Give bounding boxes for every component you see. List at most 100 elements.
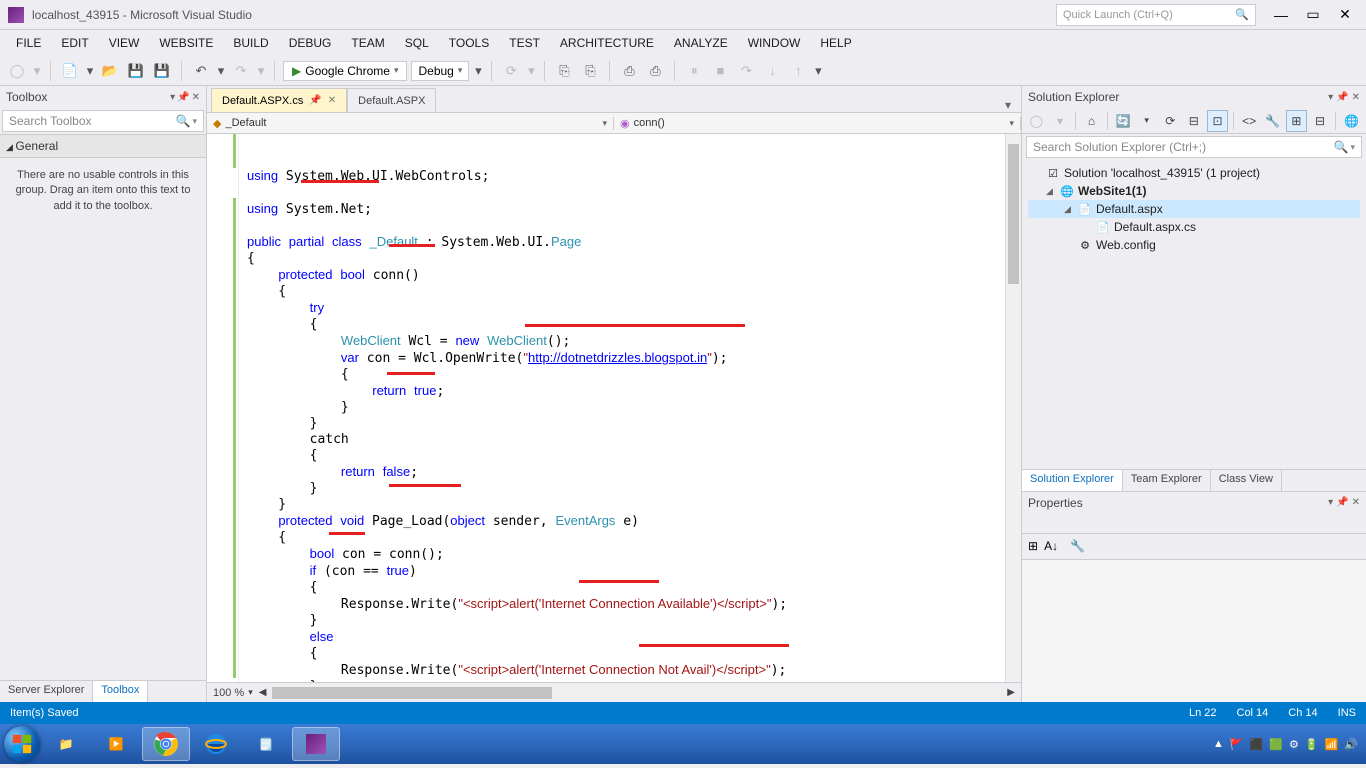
step-into-button[interactable]: ↓ [761, 60, 783, 82]
copy-website-button[interactable]: 🌐 [1341, 110, 1362, 132]
solution-search-input[interactable]: Search Solution Explorer (Ctrl+;) 🔍 ▾ [1026, 136, 1362, 158]
taskbar-ie[interactable] [192, 727, 240, 761]
debug-1[interactable]: ⎙ [618, 60, 640, 82]
browser-link-button[interactable]: ⟳ [500, 60, 522, 82]
close-button[interactable]: ✕ [1332, 5, 1358, 25]
menu-debug[interactable]: DEBUG [279, 32, 342, 54]
close-panel-icon[interactable]: ✕ [192, 92, 200, 103]
tab-default-aspx-cs[interactable]: Default.ASPX.cs 📌 ✕ [211, 88, 347, 112]
menu-edit[interactable]: EDIT [51, 32, 98, 54]
panel-dropdown-icon[interactable]: ▾ [1328, 497, 1333, 508]
tab-overflow-button[interactable]: ▾ [999, 98, 1017, 112]
new-project-button[interactable]: 📄 [59, 60, 81, 82]
zoom-level[interactable]: 100 % [213, 687, 244, 699]
pin-icon[interactable]: 📌 [309, 95, 321, 106]
properties-button[interactable]: 🔧 [1262, 110, 1283, 132]
nav-back-button[interactable]: ◯ [6, 60, 28, 82]
open-file-button[interactable]: 📂 [99, 60, 121, 82]
nav-forward-button[interactable]: ▾ [32, 60, 42, 82]
taskbar-explorer[interactable]: 📁 [42, 727, 90, 761]
maximize-button[interactable]: ▭ [1300, 5, 1326, 25]
close-panel-icon[interactable]: ✕ [1352, 497, 1360, 508]
pin-icon[interactable]: 📌 [1336, 497, 1348, 508]
menu-window[interactable]: WINDOW [738, 32, 811, 54]
system-tray[interactable]: ▲ 🚩⬛🟩⚙🔋📶🔊 [1213, 738, 1362, 751]
toolbox-search-input[interactable]: Search Toolbox 🔍 ▾ [2, 110, 204, 132]
class-view-tab[interactable]: Class View [1211, 470, 1282, 491]
property-pages-button[interactable]: 🔧 [1070, 539, 1085, 553]
undo-button[interactable]: ↶ [190, 60, 212, 82]
project-node[interactable]: ◢🌐 WebSite1(1) [1028, 182, 1360, 200]
toolbox-group-general[interactable]: ◢ General [0, 134, 206, 158]
member-combo[interactable]: ◉ conn() ▾ [614, 117, 1021, 130]
solution-tree[interactable]: ☑ Solution 'localhost_43915' (1 project)… [1022, 160, 1366, 258]
file-default-aspx-cs[interactable]: 📄 Default.aspx.cs [1028, 218, 1360, 236]
alphabetical-button[interactable]: A↓ [1044, 539, 1058, 553]
scroll-left-button[interactable]: ◀ [259, 687, 267, 698]
menu-website[interactable]: WEBSITE [149, 32, 223, 54]
show-all-button[interactable]: ⊡ [1207, 110, 1228, 132]
menu-team[interactable]: TEAM [341, 32, 394, 54]
step-button-1[interactable]: ⎘ [553, 60, 575, 82]
step-over-button[interactable]: ↷ [735, 60, 757, 82]
taskbar-vs[interactable] [292, 727, 340, 761]
stop-button[interactable]: ■ [709, 60, 731, 82]
step-out-button[interactable]: ↑ [787, 60, 809, 82]
refresh-button[interactable]: ⟳ [1160, 110, 1181, 132]
menu-test[interactable]: TEST [499, 32, 550, 54]
pin-icon[interactable]: 📌 [177, 92, 189, 103]
status-ch: Ch 14 [1288, 707, 1317, 719]
config-combo[interactable]: Debug ▾ [411, 61, 469, 81]
taskbar-chrome[interactable] [142, 727, 190, 761]
solution-explorer-tab[interactable]: Solution Explorer [1022, 470, 1123, 491]
code-nav-bar: ◆ _Default ▾ ◉ conn() ▾ [207, 112, 1021, 134]
home-button[interactable]: ⌂ [1081, 110, 1102, 132]
menu-architecture[interactable]: ARCHITECTURE [550, 32, 664, 54]
code-button[interactable]: <> [1239, 110, 1260, 132]
taskbar-media[interactable]: ▶️ [92, 727, 140, 761]
menu-tools[interactable]: TOOLS [439, 32, 499, 54]
step-button-2[interactable]: ⎘ [579, 60, 601, 82]
menu-file[interactable]: FILE [6, 32, 51, 54]
back-button[interactable]: ◯ [1026, 110, 1047, 132]
tray-up-icon[interactable]: ▲ [1213, 738, 1224, 750]
vertical-scrollbar[interactable] [1005, 134, 1021, 682]
close-tab-icon[interactable]: ✕ [328, 95, 336, 106]
save-all-button[interactable]: 💾 [151, 60, 173, 82]
start-debug-button[interactable]: ▶ Google Chrome ▾ [283, 61, 407, 81]
server-explorer-tab[interactable]: Server Explorer [0, 681, 93, 702]
code-editor[interactable]: using System.Web.UI.WebControls; using S… [207, 134, 1021, 682]
preview-button[interactable]: ⊞ [1286, 110, 1307, 132]
panel-dropdown-icon[interactable]: ▾ [1328, 92, 1333, 103]
taskbar-notes[interactable]: 🗒️ [242, 727, 290, 761]
toolbox-tab[interactable]: Toolbox [93, 681, 148, 702]
redo-button[interactable]: ↷ [230, 60, 252, 82]
menu-analyze[interactable]: ANALYZE [664, 32, 738, 54]
title-bar: localhost_43915 - Microsoft Visual Studi… [0, 0, 1366, 30]
sync-button[interactable]: 🔄 [1113, 110, 1134, 132]
menu-sql[interactable]: SQL [395, 32, 439, 54]
class-combo[interactable]: ◆ _Default ▾ [207, 117, 614, 130]
horizontal-scrollbar[interactable] [272, 686, 1001, 700]
solution-node[interactable]: ☑ Solution 'localhost_43915' (1 project) [1028, 164, 1360, 182]
categorized-button[interactable]: ⊞ [1028, 539, 1038, 553]
panel-dropdown-icon[interactable]: ▾ [170, 92, 175, 103]
pause-button[interactable]: ⏸ [683, 60, 705, 82]
forward-button[interactable]: ▾ [1050, 110, 1071, 132]
file-default-aspx[interactable]: ◢📄 Default.aspx [1028, 200, 1360, 218]
tab-default-aspx[interactable]: Default.ASPX [347, 88, 436, 112]
quick-launch-input[interactable]: Quick Launch (Ctrl+Q) 🔍 [1056, 4, 1256, 26]
file-web-config[interactable]: ⚙ Web.config [1028, 236, 1360, 254]
save-button[interactable]: 💾 [125, 60, 147, 82]
pin-icon[interactable]: 📌 [1336, 92, 1348, 103]
menu-build[interactable]: BUILD [223, 32, 278, 54]
start-button[interactable] [4, 726, 40, 762]
debug-2[interactable]: ⎙ [644, 60, 666, 82]
scroll-right-button[interactable]: ▶ [1007, 687, 1015, 698]
menu-help[interactable]: HELP [810, 32, 861, 54]
menu-view[interactable]: VIEW [99, 32, 150, 54]
team-explorer-tab[interactable]: Team Explorer [1123, 470, 1211, 491]
close-panel-icon[interactable]: ✕ [1352, 92, 1360, 103]
collapse-button[interactable]: ⊟ [1184, 110, 1205, 132]
minimize-button[interactable]: — [1268, 5, 1294, 25]
